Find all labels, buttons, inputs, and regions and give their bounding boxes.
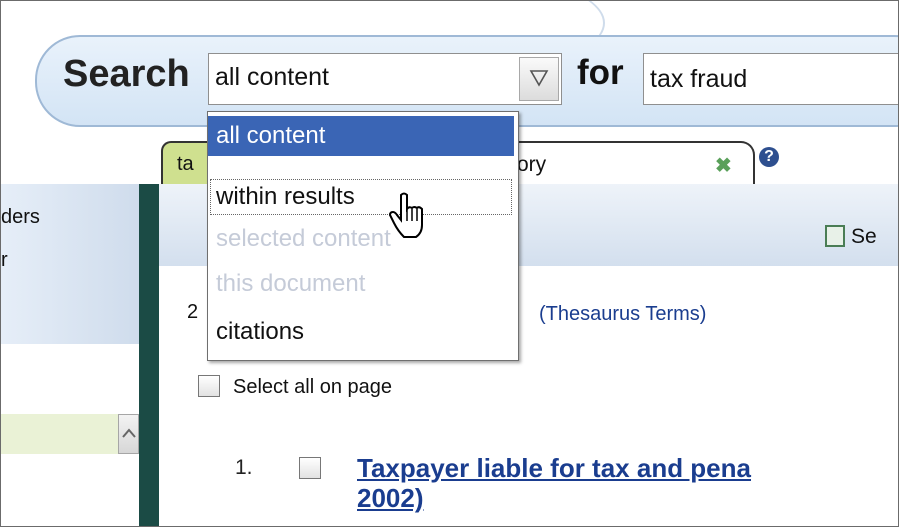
triangle-down-icon <box>529 70 549 87</box>
thesaurus-terms-link[interactable]: (Thesaurus Terms) <box>539 303 706 326</box>
tab-label: ta <box>177 153 194 175</box>
select-all-label: Select all on page <box>233 376 393 398</box>
tab-label: ory <box>517 153 547 176</box>
result-title-line1[interactable]: Taxpayer liable for tax and pena <box>357 453 751 483</box>
result-title-line2[interactable]: 2002) <box>357 483 751 513</box>
result-number: 1. <box>235 456 253 479</box>
option-within-results[interactable]: within results <box>208 177 514 217</box>
results-count: 2 <box>187 301 199 323</box>
select-label[interactable]: Se <box>851 225 877 249</box>
result-title-link[interactable]: Taxpayer liable for tax and pena 2002) <box>357 453 751 513</box>
for-label: for <box>577 53 624 92</box>
select-icon[interactable] <box>825 225 845 247</box>
dropdown-button[interactable] <box>519 57 559 101</box>
option-citations[interactable]: citations <box>208 312 514 352</box>
chevron-up-icon <box>122 428 136 438</box>
result-checkbox[interactable] <box>299 457 321 479</box>
left-panel-text[interactable]: ders <box>1 206 40 229</box>
help-icon[interactable]: ? <box>759 147 779 167</box>
option-selected-content: selected content <box>216 225 391 252</box>
search-query-input[interactable] <box>643 53 898 105</box>
left-panel-highlight-row[interactable] <box>1 414 119 454</box>
tab-history[interactable]: ory ✖ <box>501 141 755 185</box>
left-panel-text[interactable]: r <box>1 249 8 272</box>
scroll-up-button[interactable] <box>118 414 139 454</box>
option-this-document: this document <box>216 270 366 297</box>
panel-divider[interactable] <box>139 184 159 526</box>
close-icon[interactable]: ✖ <box>715 153 732 178</box>
select-all-checkbox[interactable] <box>198 375 220 397</box>
hand-cursor-icon <box>389 192 423 238</box>
search-scope-value: all content <box>215 63 329 91</box>
search-scope-select[interactable]: all content <box>208 53 562 105</box>
search-label: Search <box>63 53 190 95</box>
browser-viewport: Search all content for ta ory ✖ ? ders r… <box>0 0 899 527</box>
search-scope-dropdown: all content within results selected cont… <box>207 111 519 361</box>
option-all-content[interactable]: all content <box>208 116 514 156</box>
